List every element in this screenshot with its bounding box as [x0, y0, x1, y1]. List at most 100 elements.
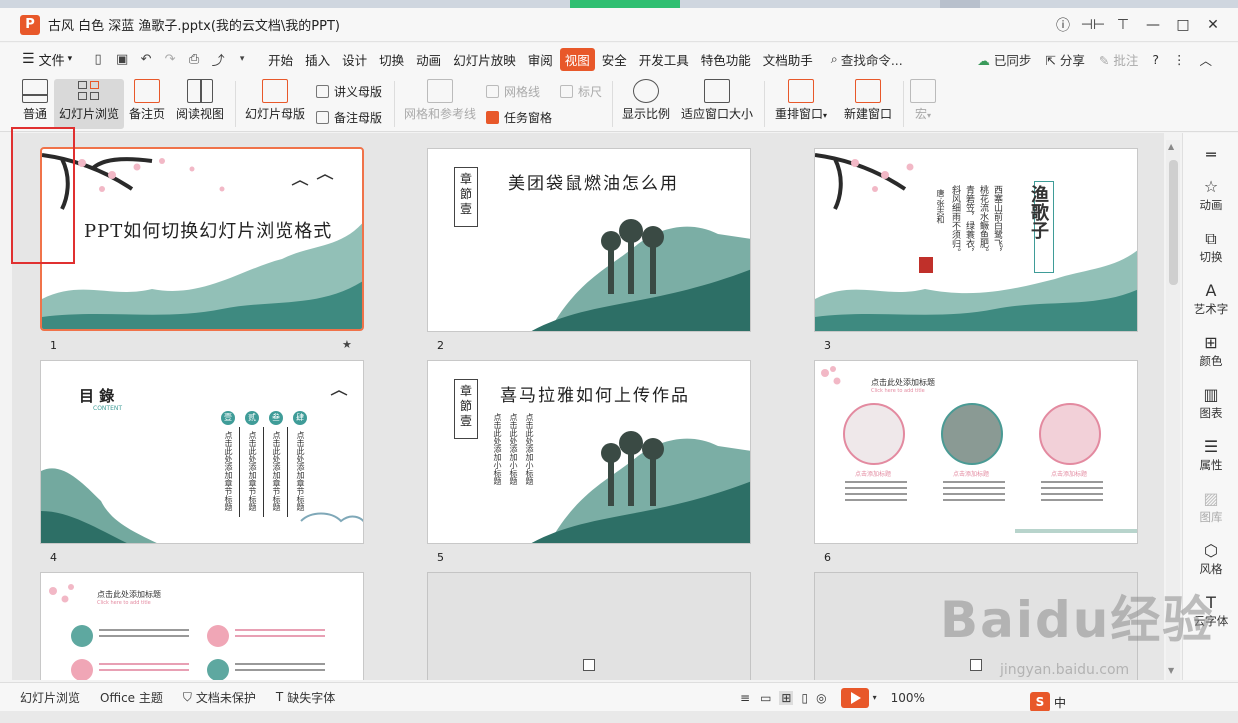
ruler-checkbox[interactable]: 标尺: [560, 83, 602, 100]
slide-7-title: 点击此处添加标题: [97, 590, 161, 599]
slide-thumbnail-5[interactable]: 章節壹 喜马拉雅如何上传作品 点击此处添加小标题 点击此处添加小标题 点击此处添…: [427, 360, 751, 544]
export-icon[interactable]: ⤴: [206, 50, 230, 69]
tab-design[interactable]: 设计: [337, 48, 372, 71]
tab-transitions[interactable]: 切换: [374, 48, 409, 71]
panel-gallery-button[interactable]: ▨ 图库: [1183, 489, 1238, 525]
command-search[interactable]: ⌕ 查找命令...: [831, 50, 903, 69]
play-slideshow-button[interactable]: [840, 687, 869, 708]
panel-wordart-button[interactable]: A 艺术字: [1183, 281, 1238, 317]
task-pane-checkbox[interactable]: 任务窗格: [486, 109, 552, 126]
file-menu[interactable]: ☰ 文件 ▾: [22, 50, 72, 69]
checkbox-icon: [486, 85, 499, 98]
redo-icon[interactable]: ↷: [158, 52, 182, 67]
tab-slideshow[interactable]: 幻灯片放映: [448, 48, 521, 71]
info-icon[interactable]: ⓘ: [1048, 10, 1078, 40]
slide-thumbnail-4[interactable]: 目 錄 CONTENT 壹 贰 叁 肆 点击此处添加章节标题 点击此处添加章节标…: [40, 360, 364, 544]
new-window-button[interactable]: 新建窗口: [838, 79, 898, 122]
wordart-icon: A: [1205, 281, 1217, 300]
tab-insert[interactable]: 插入: [300, 48, 335, 71]
chevron-down-icon[interactable]: ▾: [873, 693, 877, 702]
tab-features[interactable]: 特色功能: [696, 48, 756, 71]
gridlines-checkbox[interactable]: 网格线: [486, 83, 540, 100]
arrange-windows-button[interactable]: 重排窗口▾: [770, 79, 832, 122]
panel-transition-button[interactable]: ⧉ 切换: [1183, 229, 1238, 265]
maximize-button[interactable]: □: [1168, 10, 1198, 40]
ribbon-divider: [612, 81, 613, 127]
close-button[interactable]: ✕: [1198, 10, 1228, 40]
status-protection[interactable]: ⛉ 文档未保护: [183, 689, 256, 706]
slide-6-subtitle: Click here to add title: [871, 388, 925, 394]
undo-icon[interactable]: ↶: [134, 52, 158, 67]
notes-master-icon: [316, 111, 329, 124]
sync-status[interactable]: ☁ 已同步: [977, 50, 1031, 69]
caption: 点击添加标题: [855, 471, 892, 478]
tab-view[interactable]: 视图: [559, 47, 595, 71]
comment-button[interactable]: ✎ 批注: [1099, 50, 1138, 69]
tab-doc-assistant[interactable]: 文档助手: [758, 48, 818, 71]
reading-view-icon[interactable]: ▯: [801, 691, 808, 705]
print-icon[interactable]: ⎙: [182, 52, 206, 67]
chapter-dot: 叁: [269, 411, 283, 425]
panel-animation-button[interactable]: ☆ 动画: [1183, 177, 1238, 213]
normal-view-icon[interactable]: ▭: [760, 691, 771, 705]
more-icon[interactable]: ⋮: [1173, 52, 1186, 67]
animation-star-icon: ★: [342, 338, 352, 351]
macro-button[interactable]: 宏▾: [908, 79, 938, 122]
tab-security[interactable]: 安全: [597, 48, 632, 71]
slide-master-button[interactable]: 幻灯片母版: [242, 79, 308, 122]
shield-icon: [207, 659, 229, 680]
zoom-level[interactable]: 100%: [891, 691, 925, 705]
help-button[interactable]: ?: [1152, 52, 1159, 67]
notes-page-button[interactable]: 备注页: [126, 79, 168, 122]
panel-style-button[interactable]: ⬡ 风格: [1183, 541, 1238, 577]
slide-thumbnail-8[interactable]: [427, 572, 751, 680]
slide-sorter-icon[interactable]: ⊞: [779, 690, 794, 705]
slide-number-6: 6: [824, 551, 831, 564]
slide-4-title: 目 錄: [79, 387, 115, 405]
presenter-icon[interactable]: ◎: [816, 691, 826, 705]
customize-chevron-icon[interactable]: ▾: [230, 54, 254, 64]
poem-line: 斜风细雨不须归。: [950, 185, 960, 257]
ime-indicator[interactable]: S 中: [1030, 692, 1066, 712]
fit-window-button[interactable]: 适应窗口大小: [678, 79, 756, 122]
reading-view-button[interactable]: 阅读视图: [172, 79, 228, 122]
share-button[interactable]: ⇱ 分享: [1045, 50, 1084, 69]
chapter-dot: 壹: [221, 411, 235, 425]
normal-view-button[interactable]: 普通: [16, 79, 54, 122]
notes-toggle-icon[interactable]: ≡: [740, 691, 750, 705]
slide-5-title: 喜马拉雅如何上传作品: [500, 386, 690, 406]
slide-thumbnail-7[interactable]: 点击此处添加标题 Click here to add title: [40, 572, 364, 680]
collapse-ribbon-icon[interactable]: ︿: [1199, 50, 1212, 69]
tab-home[interactable]: 开始: [263, 48, 298, 71]
status-missing-font[interactable]: T 缺失字体: [276, 689, 335, 706]
status-theme[interactable]: Office 主题: [100, 689, 163, 706]
sogou-ime-icon: S: [1030, 692, 1050, 712]
collapse-icon[interactable]: ⊤: [1108, 10, 1138, 40]
minimize-button[interactable]: —: [1138, 10, 1168, 40]
slide-thumbnail-3[interactable]: 渔歌子 西塞山前白鹭飞， 桃花流水鳜鱼肥。 青箬笠，绿蓑衣， 斜风细雨不须归。 …: [814, 148, 1138, 332]
scroll-up-icon[interactable]: ▲: [1168, 142, 1174, 151]
handout-master-button[interactable]: 讲义母版: [316, 83, 382, 100]
caption: 点击添加标题: [1051, 471, 1088, 478]
slide-number-5: 5: [437, 551, 444, 564]
zoom-button[interactable]: 显示比例: [618, 79, 674, 122]
slide-thumbnail-6[interactable]: 点击此处添加标题 Click here to add title 点击添加标题 …: [814, 360, 1138, 544]
tab-animations[interactable]: 动画: [411, 48, 446, 71]
save-icon[interactable]: ▣: [110, 52, 134, 67]
tab-developer[interactable]: 开发工具: [634, 48, 694, 71]
grid-guides-button[interactable]: 网格和参考线: [400, 79, 480, 122]
new-file-icon[interactable]: ▯: [86, 52, 110, 67]
panel-color-button[interactable]: ⊞ 颜色: [1183, 333, 1238, 369]
panel-chart-button[interactable]: ▥ 图表: [1183, 385, 1238, 421]
slide-thumbnail-2[interactable]: 章節壹 美团袋鼠燃油怎么用: [427, 148, 751, 332]
slide-sorter-button[interactable]: 幻灯片浏览: [54, 79, 124, 129]
pin-icon[interactable]: ⊣⊢: [1078, 10, 1108, 40]
slide-thumbnail-1[interactable]: PPT如何切换幻灯片浏览格式: [40, 147, 364, 331]
notes-master-button[interactable]: 备注母版: [316, 109, 382, 126]
tab-review[interactable]: 审阅: [523, 48, 558, 71]
hamburger-icon: ☰: [22, 51, 35, 67]
panel-properties-button[interactable]: ☰ 属性: [1183, 437, 1238, 473]
subtitle-column: 点击此处添加小标题: [525, 413, 534, 485]
chevron-down-icon: ▾: [823, 111, 828, 120]
scrollbar-thumb[interactable]: [1169, 160, 1178, 285]
